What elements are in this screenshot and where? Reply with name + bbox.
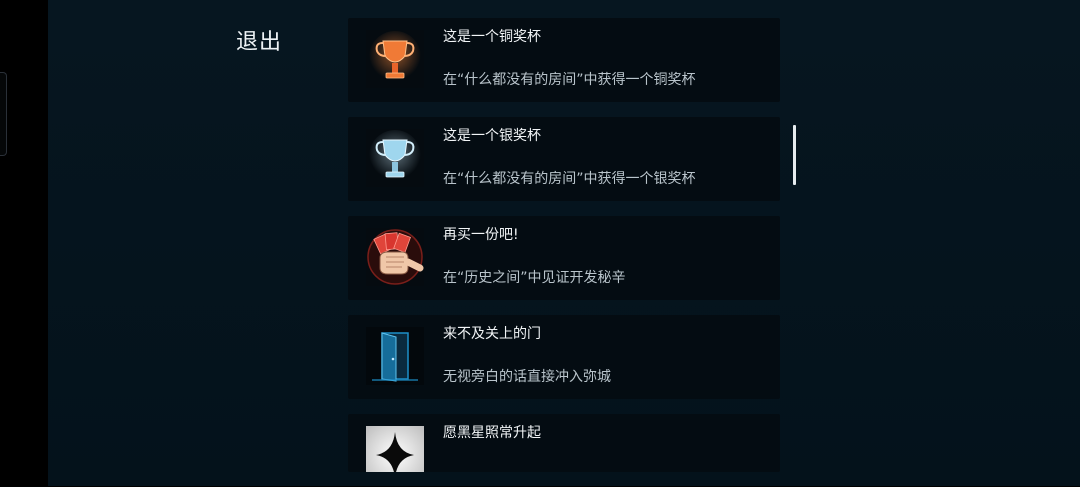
fist-cards-icon <box>366 228 424 286</box>
scrollbar[interactable] <box>793 125 796 185</box>
open-door-icon <box>366 327 424 385</box>
achievement-description: 在“什么都没有的房间”中获得一个铜奖杯 <box>443 72 696 88</box>
achievement-description: 在“什么都没有的房间”中获得一个银奖杯 <box>443 171 696 187</box>
achievement-card[interactable]: 来不及关上的门 无视旁白的话直接冲入弥城 <box>348 315 780 399</box>
silver-trophy-icon <box>366 129 424 187</box>
achievement-title: 再买一份吧! <box>443 227 519 243</box>
achievement-card[interactable]: 这是一个铜奖杯 在“什么都没有的房间”中获得一个铜奖杯 <box>348 18 780 102</box>
achievement-description: 无视旁白的话直接冲入弥城 <box>443 369 611 385</box>
achievement-card[interactable]: 再买一份吧! 在“历史之间”中见证开发秘辛 <box>348 216 780 300</box>
achievement-title: 愿黑星照常升起 <box>443 425 541 441</box>
achievement-description: 在“历史之间”中见证开发秘辛 <box>443 270 626 286</box>
achievement-title: 这是一个银奖杯 <box>443 128 541 144</box>
achievement-card[interactable]: 这是一个银奖杯 在“什么都没有的房间”中获得一个银奖杯 <box>348 117 780 201</box>
edge-handle <box>0 72 7 156</box>
achievement-card[interactable]: 愿黑星照常升起 <box>348 414 780 472</box>
achievement-title: 这是一个铜奖杯 <box>443 29 541 45</box>
achievement-title: 来不及关上的门 <box>443 326 541 342</box>
achievement-list[interactable]: 这是一个铜奖杯 在“什么都没有的房间”中获得一个铜奖杯 这是一个银奖杯 在“什么… <box>348 18 780 487</box>
bronze-trophy-icon <box>366 30 424 88</box>
exit-button[interactable]: 退出 <box>236 24 282 56</box>
black-star-icon <box>366 426 424 472</box>
